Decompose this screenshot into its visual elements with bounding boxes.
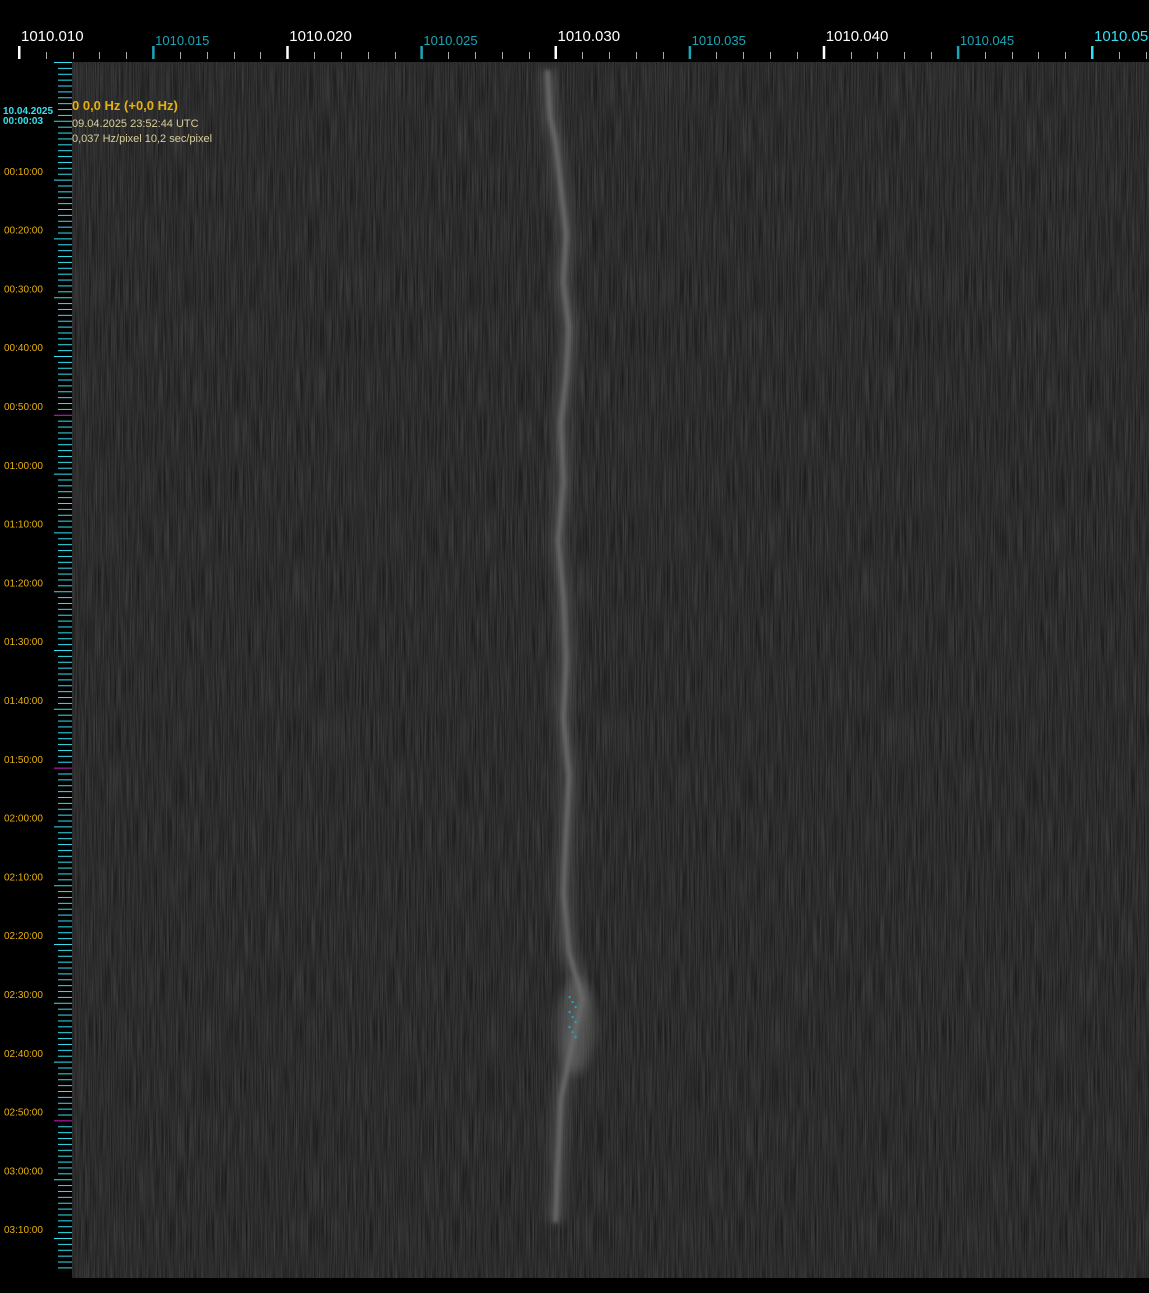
waterfall-spectrogram[interactable]: [72, 62, 1149, 1278]
freq-major-tick: [18, 46, 21, 59]
time-tick-label: 00:10:00: [4, 167, 43, 178]
time-tick-label: 00:30:00: [4, 284, 43, 295]
time-tick-label: 01:10:00: [4, 520, 43, 531]
signal-peak-speckle: [571, 1016, 574, 1019]
time-tick-label: 02:50:00: [4, 1108, 43, 1119]
time-tick-label: 00:50:00: [4, 402, 43, 413]
freq-tick-label: 1010.05: [1094, 28, 1148, 45]
signal-peak-speckle: [568, 996, 571, 999]
signal-peak-speckle: [574, 1021, 577, 1024]
signal-peak-speckle: [574, 1036, 577, 1039]
freq-major-tick: [554, 46, 557, 59]
time-tick-label: 02:40:00: [4, 1049, 43, 1060]
time-tick-label: 01:50:00: [4, 755, 43, 766]
signal-peak-speckle: [568, 1011, 571, 1014]
time-tick-label: 00:40:00: [4, 343, 43, 354]
time-tick-label: 00:20:00: [4, 226, 43, 237]
freq-tick-label: 1010.040: [826, 28, 889, 45]
freq-tick-label: 1010.045: [960, 33, 1014, 48]
time-tick-label: 02:10:00: [4, 872, 43, 883]
frequency-ruler: 1010.010 1010.015 1010.020 1010.025 1010.030…: [0, 0, 1149, 62]
freq-major-tick: [822, 46, 826, 59]
signal-peak-speckle: [571, 1031, 574, 1034]
freq-tick-label: 1010.035: [692, 33, 746, 48]
info-resolution: 0,037 Hz/pixel 10,2 sec/pixel: [72, 133, 213, 145]
info-panel: 0 0,0 Hz (+0,0 Hz) 09.04.2025 23:52:44 U…: [72, 98, 212, 147]
time-tick-label: 01:30:00: [4, 637, 43, 648]
waterfall-noise: [72, 62, 1149, 1278]
freq-tick-label: 1010.025: [423, 33, 477, 48]
time-tick-label: 02:00:00: [4, 814, 43, 825]
time-tick-label: 03:00:00: [4, 1166, 43, 1177]
time-tick-label: 03:10:00: [4, 1225, 43, 1236]
info-timestamp: 09.04.2025 23:52:44 UTC: [72, 118, 199, 130]
signal-peak-speckle: [568, 1026, 571, 1029]
time-axis-svg: 00:10:00 00:20:00 00:30:00 00:40:00 00:50:00…: [4, 62, 72, 1269]
freq-tick-label: 1010.015: [155, 33, 209, 48]
time-tick-label: 01:20:00: [4, 578, 43, 589]
freq-tick-label: 1010.010: [21, 28, 84, 45]
time-axis: 00:10:00 00:20:00 00:30:00 00:40:00 00:50:00…: [0, 62, 72, 1293]
freq-tick-label: 1010.030: [558, 28, 621, 45]
signal-burst: [557, 978, 594, 1075]
freq-major-tick: [1091, 46, 1094, 59]
freq-tick-label: 1010.020: [289, 28, 352, 45]
time-tick-label: 02:30:00: [4, 990, 43, 1001]
time-tick-label: 02:20:00: [4, 931, 43, 942]
waterfall-svg: [72, 62, 1149, 1278]
info-title: 0 0,0 Hz (+0,0 Hz): [72, 98, 178, 113]
signal-peak-speckle: [571, 1001, 574, 1004]
signal-peak-speckle: [574, 1006, 577, 1009]
time-tick-label: 01:00:00: [4, 461, 43, 472]
freq-major-tick: [286, 46, 289, 59]
frequency-ruler-svg: 1010.010 1010.015 1010.020 1010.025 1010.030…: [18, 28, 1148, 59]
time-tick-label: 01:40:00: [4, 696, 43, 707]
axis-start-time: 00:00:03: [3, 116, 44, 127]
